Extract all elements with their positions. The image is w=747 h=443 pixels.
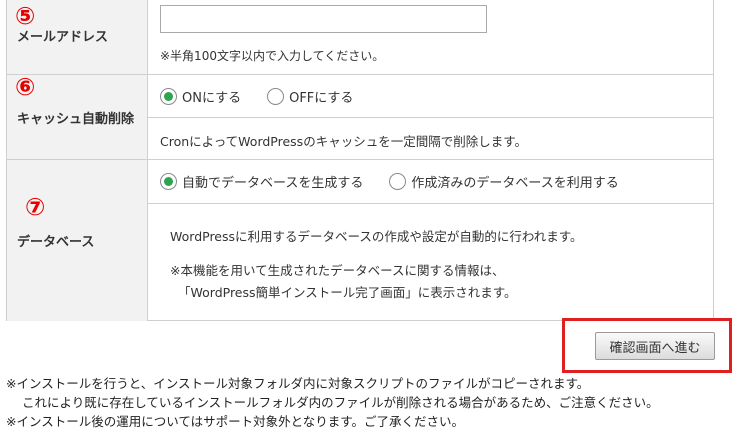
- cache-off-option[interactable]: OFFにする: [267, 87, 353, 106]
- email-input[interactable]: [160, 5, 487, 33]
- database-row: ⑦ データベース 自動でデータベースを生成する 作成済みのデータベースを利用する…: [7, 160, 713, 321]
- annotation-number-6: ⑥: [15, 73, 36, 101]
- database-auto-radio[interactable]: [160, 173, 177, 190]
- database-note-line1: ※本機能を用いて生成されたデータベースに関する情報は、: [170, 263, 505, 278]
- footer-note-line1: ※インストールを行うと、インストール対象フォルダ内に対象スクリプトのファイルがコ…: [6, 376, 590, 391]
- database-description: WordPressに利用するデータベースの作成や設定が自動的に行われます。: [170, 229, 583, 244]
- database-auto-label: 自動でデータベースを生成する: [182, 176, 364, 191]
- email-value-cell: ※半角100文字以内で入力してください。: [148, 0, 713, 74]
- database-label: データベース: [17, 235, 95, 250]
- database-existing-radio[interactable]: [389, 173, 407, 190]
- email-row: ⑤ メールアドレス ※半角100文字以内で入力してください。: [7, 0, 713, 75]
- cache-on-label: ONにする: [182, 91, 242, 106]
- database-auto-option[interactable]: 自動でデータベースを生成する: [160, 172, 363, 191]
- cache-on-option[interactable]: ONにする: [160, 87, 241, 106]
- database-existing-label: 作成済みのデータベースを利用する: [411, 176, 619, 191]
- confirm-button[interactable]: 確認画面へ進む: [595, 332, 715, 360]
- cache-radio-group: ONにする OFFにする: [160, 87, 379, 106]
- email-label: メールアドレス: [17, 30, 109, 45]
- database-note-line2: 「WordPress簡単インストール完了画面」に表示されます。: [178, 285, 517, 300]
- cache-value-cell: ONにする OFFにする CronによってWordPressのキャッシュを一定間…: [148, 75, 713, 159]
- database-options-row: 自動でデータベースを生成する 作成済みのデータベースを利用する: [148, 160, 713, 204]
- cache-description: CronによってWordPressのキャッシュを一定間隔で削除します。: [160, 134, 527, 149]
- footer-note-line2: これにより既に存在しているインストールフォルダ内のファイルが削除される場合がある…: [22, 395, 659, 410]
- database-radio-group: 自動でデータベースを生成する 作成済みのデータベースを利用する: [160, 172, 645, 191]
- database-value-cell: 自動でデータベースを生成する 作成済みのデータベースを利用する WordPres…: [148, 160, 713, 321]
- cache-label-cell: ⑥ キャッシュ自動削除: [7, 75, 148, 159]
- annotation-number-7: ⑦: [25, 193, 46, 221]
- email-label-cell: ⑤ メールアドレス: [7, 0, 148, 74]
- cache-options-row: ONにする OFFにする: [148, 75, 713, 118]
- cache-on-radio[interactable]: [160, 88, 177, 105]
- annotation-number-5: ⑤: [15, 2, 36, 30]
- email-note: ※半角100文字以内で入力してください。: [160, 49, 385, 63]
- footer-note-line3: ※インストール後の運用についてはサポート対象外となります。ご了承ください。: [6, 414, 464, 429]
- database-label-cell: ⑦ データベース: [7, 160, 148, 321]
- cache-row: ⑥ キャッシュ自動削除 ONにする OFFにする CronによってWordPre…: [7, 75, 713, 160]
- database-existing-option[interactable]: 作成済みのデータベースを利用する: [389, 172, 619, 191]
- install-form-table: ⑤ メールアドレス ※半角100文字以内で入力してください。 ⑥ キャッシュ自動…: [6, 0, 714, 321]
- cache-label: キャッシュ自動削除: [17, 112, 135, 127]
- cache-off-radio[interactable]: [267, 88, 285, 105]
- cache-off-label: OFFにする: [289, 91, 354, 106]
